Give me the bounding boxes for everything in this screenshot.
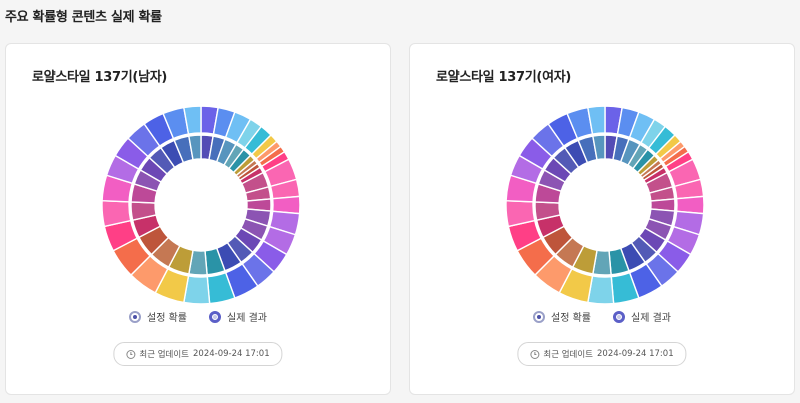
updated-label: 최근 업데이트 [139,350,190,360]
radio-icon [129,310,142,323]
legend-label: 설정 확률 [551,313,591,324]
legend: 설정 확률 실제 결과 [6,309,390,324]
legend-item-setting[interactable]: 설정 확률 [533,309,591,324]
legend-label: 실제 결과 [631,313,671,324]
chart-title: 로얄스타일 137기(남자) [32,70,168,85]
radio-icon [613,310,625,323]
radio-icon [209,310,221,323]
donut-chart [505,105,705,305]
page-title: 주요 확률형 콘텐츠 실제 확률 [5,10,162,25]
donut-chart [101,105,301,305]
chart-card-male: 로얄스타일 137기(남자) 설정 확률 실제 결과 최근 업데이트 2024-… [5,43,391,395]
clock-icon [530,349,540,359]
last-updated-badge: 최근 업데이트 2024-09-24 17:01 [517,342,687,366]
updated-label: 최근 업데이트 [543,350,594,360]
legend: 설정 확률 실제 결과 [410,309,794,324]
chart-title: 로얄스타일 137기(여자) [436,70,572,85]
legend-item-actual[interactable]: 실제 결과 [613,309,671,324]
updated-datetime: 2024-09-24 17:01 [193,349,270,359]
legend-item-actual[interactable]: 실제 결과 [209,309,267,324]
clock-icon [126,349,136,359]
updated-datetime: 2024-09-24 17:01 [597,349,674,359]
chart-card-female: 로얄스타일 137기(여자) 설정 확률 실제 결과 최근 업데이트 2024-… [409,43,795,395]
legend-item-setting[interactable]: 설정 확률 [129,309,187,324]
legend-label: 실제 결과 [227,313,267,324]
legend-label: 설정 확률 [147,313,187,324]
last-updated-badge: 최근 업데이트 2024-09-24 17:01 [113,342,283,366]
radio-icon [533,310,546,323]
